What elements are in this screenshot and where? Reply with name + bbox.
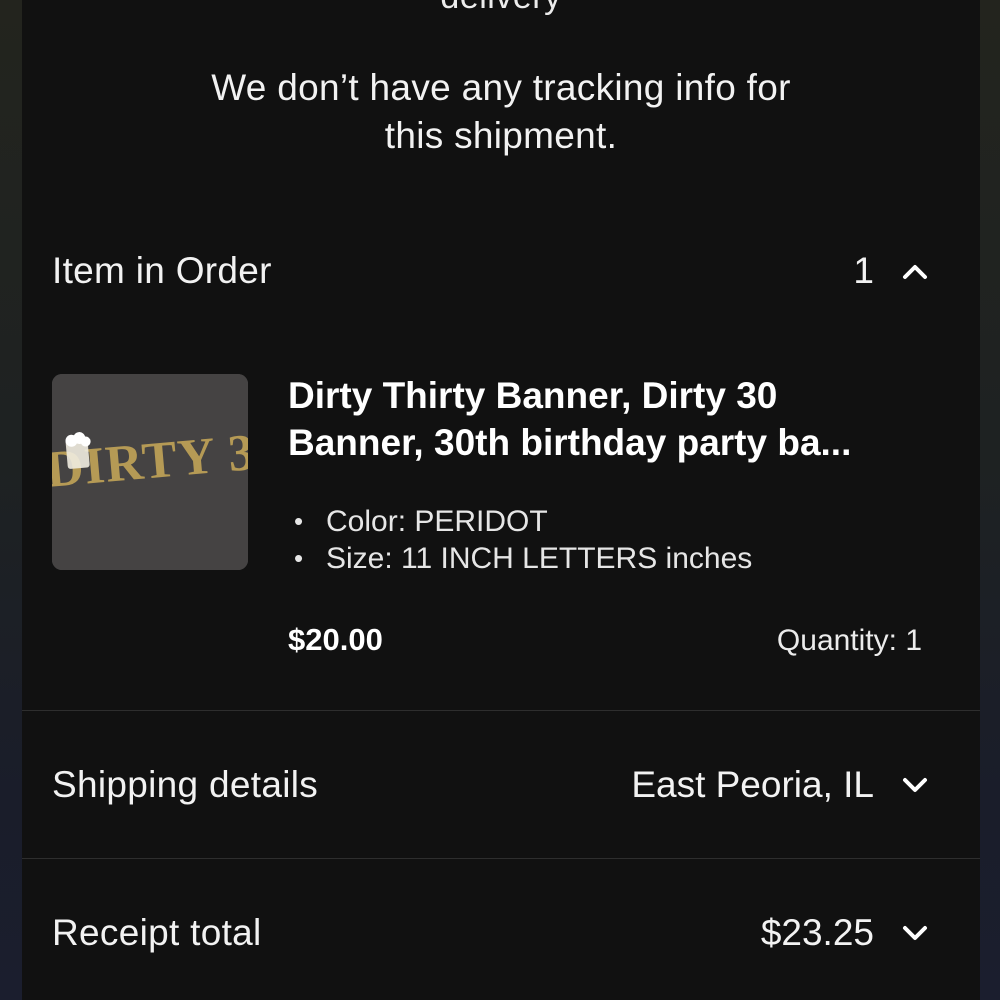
shipping-location: East Peoria, IL	[631, 764, 874, 805]
chevron-down-icon[interactable]	[900, 770, 930, 800]
items-in-order-summary: 1	[853, 250, 930, 292]
banner-image-icon: DIRTY 3	[52, 374, 248, 570]
variation-size-text: Size: 11 INCH LETTERS inches	[326, 542, 753, 575]
variation-color: • Color: PERIDOT	[294, 503, 752, 540]
product-price: $20.00	[288, 622, 383, 657]
receipt-total-row[interactable]: Receipt total $23.25	[52, 904, 930, 962]
items-in-order-title: Item in Order	[52, 250, 272, 291]
product-title-line-1: Dirty Thirty Banner, Dirty 30	[288, 375, 778, 416]
receipt-total-summary: $23.25	[761, 912, 930, 954]
chevron-up-icon[interactable]	[900, 256, 930, 286]
variation-color-text: Color: PERIDOT	[326, 505, 548, 538]
items-count: 1	[853, 250, 874, 291]
delivery-status-text-partial: delivery	[22, 0, 980, 17]
variation-size: • Size: 11 INCH LETTERS inches	[294, 540, 752, 577]
chevron-down-icon[interactable]	[900, 918, 930, 948]
product-title-line-2: Banner, 30th birthday party ba...	[288, 422, 852, 463]
bullet-icon: •	[294, 506, 304, 536]
items-in-order-header[interactable]: Item in Order 1	[52, 243, 930, 299]
tracking-notice: We don’t have any tracking info for this…	[22, 64, 980, 160]
order-details-sheet[interactable]: delivery We don’t have any tracking info…	[22, 0, 980, 1000]
divider	[22, 710, 980, 711]
product-quantity: Quantity: 1	[776, 624, 922, 657]
product-variations: • Color: PERIDOT • Size: 11 INCH LETTERS…	[294, 503, 752, 577]
product-title[interactable]: Dirty Thirty Banner, Dirty 30 Banner, 30…	[288, 372, 938, 466]
shipping-details-row[interactable]: Shipping details East Peoria, IL	[52, 756, 930, 814]
shipping-details-summary: East Peoria, IL	[631, 764, 930, 806]
shipping-details-title: Shipping details	[52, 764, 319, 805]
receipt-total-title: Receipt total	[52, 912, 262, 953]
divider	[22, 858, 980, 859]
tracking-notice-line-1: We don’t have any tracking info for	[211, 67, 791, 108]
bullet-icon: •	[294, 543, 304, 573]
product-thumbnail[interactable]: DIRTY 3	[52, 374, 248, 570]
receipt-total-amount: $23.25	[760, 912, 874, 953]
tracking-notice-line-2: this shipment.	[384, 115, 618, 156]
